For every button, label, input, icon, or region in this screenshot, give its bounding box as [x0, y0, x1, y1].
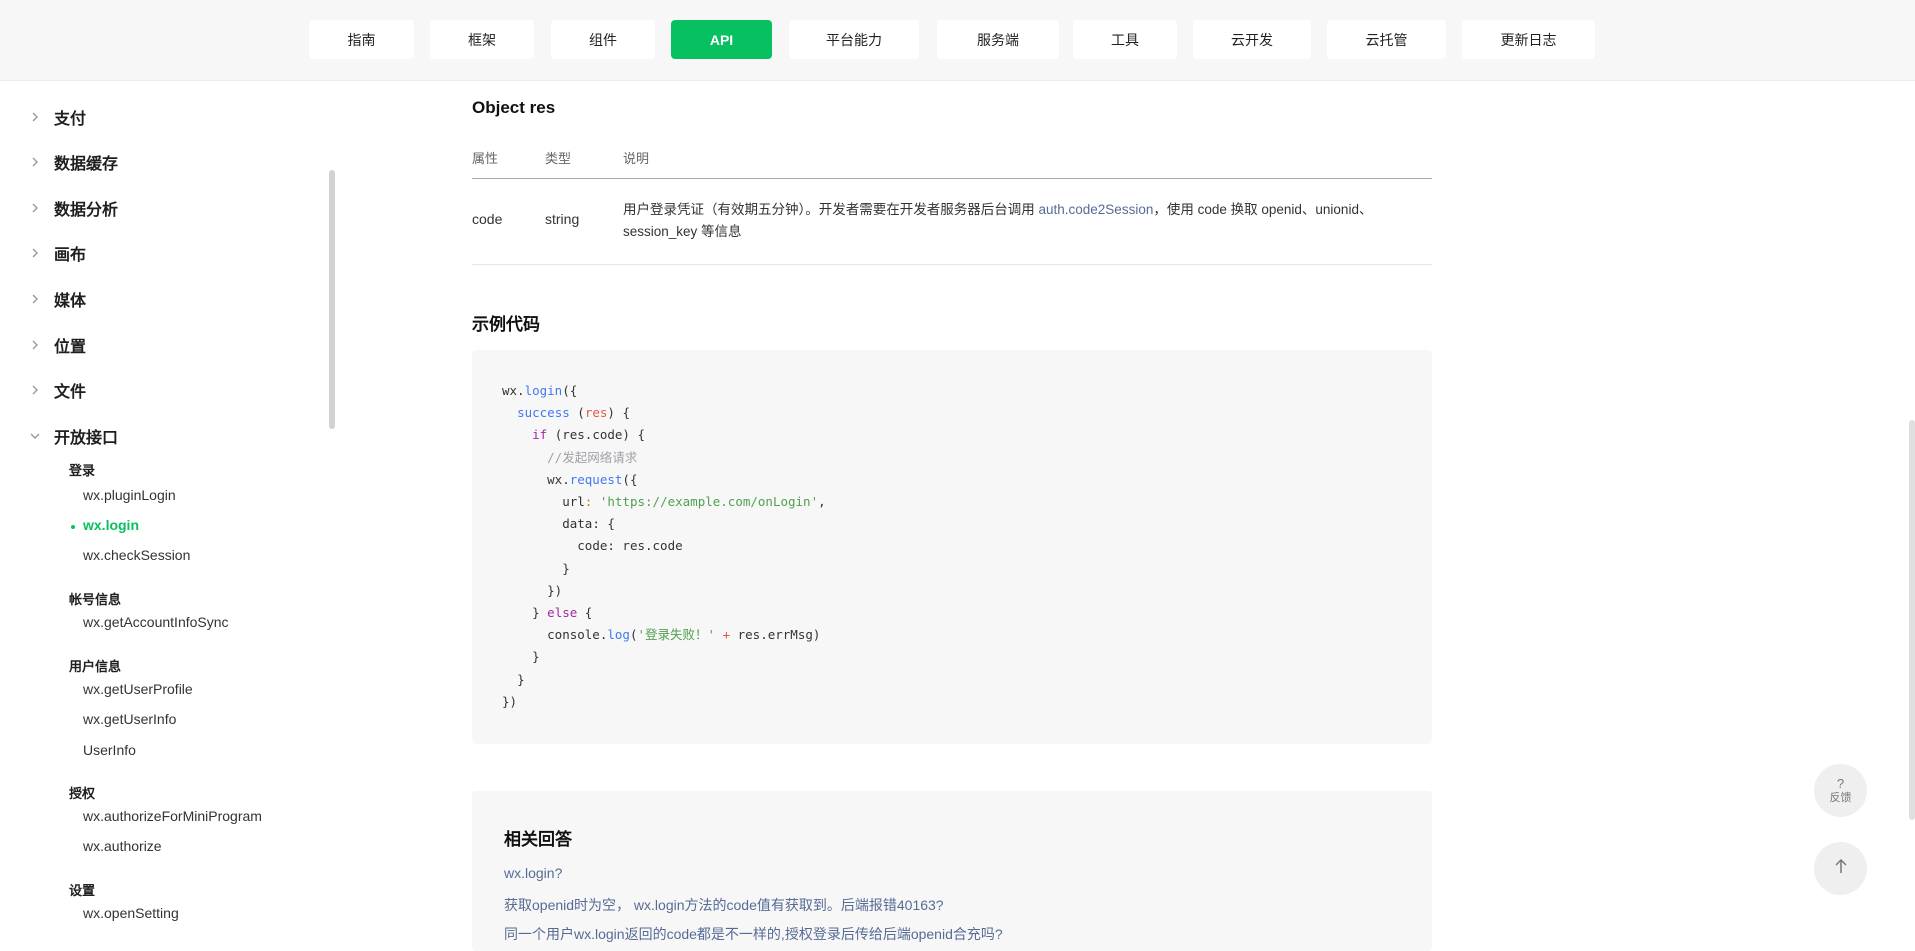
sidebar-group-auth: 授权 [69, 786, 96, 801]
sidebar-category-media[interactable]: 媒体 [30, 287, 86, 311]
object-res-heading: Object res [472, 98, 556, 117]
sidebar-scrollbar[interactable] [329, 170, 335, 429]
sidebar-category-open-api[interactable]: 开放接口 [30, 424, 118, 448]
nav-tab-platform[interactable]: 平台能力 [789, 20, 919, 59]
sidebar-item-userinfo[interactable]: UserInfo [83, 742, 136, 758]
sidebar-category-label: 文件 [54, 384, 87, 401]
table-header-desc: 说明 [623, 151, 650, 166]
sidebar-item-wx-login[interactable]: wx.login [83, 517, 139, 533]
sidebar-item-wx-getuserprofile[interactable]: wx.getUserProfile [83, 681, 193, 697]
sidebar-category-canvas[interactable]: 画布 [30, 241, 86, 265]
sidebar-category-label: 支付 [54, 111, 87, 128]
nav-tab-changelog[interactable]: 更新日志 [1462, 20, 1595, 59]
chevron-right-icon [30, 294, 40, 304]
related-answers: 相关回答 wx.login? 获取openid时为空， wx.login方法的c… [472, 791, 1432, 951]
code-block: wx.login({ success (res) { if (res.code)… [472, 350, 1432, 744]
sidebar-item-wx-pluginlogin[interactable]: wx.pluginLogin [83, 487, 176, 503]
table-header: 属性 类型 说明 [472, 148, 1432, 179]
nav-tab-cloud-dev[interactable]: 云开发 [1193, 20, 1311, 59]
answer-link[interactable]: 获取openid时为空， wx.login方法的code值有获取到。后端报错40… [504, 895, 944, 915]
nav-tab-api[interactable]: API [671, 20, 772, 59]
sidebar: 支付 数据缓存 数据分析 画布 媒体 位置 文件 开放接口 登录 wx.plug… [0, 81, 327, 932]
chevron-right-icon [30, 112, 40, 122]
sidebar-category-analytics[interactable]: 数据分析 [30, 196, 118, 220]
feedback-button[interactable]: ? 反馈 [1814, 764, 1867, 817]
nav-tab-components[interactable]: 组件 [551, 20, 655, 59]
sidebar-item-wx-authorizeforminiprogram[interactable]: wx.authorizeForMiniProgram [83, 808, 262, 824]
arrow-up-icon [1834, 858, 1848, 879]
sidebar-category-label: 数据缓存 [54, 156, 119, 173]
sidebar-item-wx-getuserinfo[interactable]: wx.getUserInfo [83, 711, 176, 727]
nav-tab-framework[interactable]: 框架 [430, 20, 534, 59]
example-code-heading: 示例代码 [472, 315, 540, 334]
sidebar-category-label: 数据分析 [54, 202, 119, 219]
back-to-top-button[interactable] [1814, 842, 1867, 895]
chevron-down-icon [30, 433, 40, 440]
sidebar-group-userinfo: 用户信息 [69, 659, 122, 674]
active-dot-icon [71, 525, 75, 529]
top-nav: 指南 框架 组件 API 平台能力 服务端 工具 云开发 云托管 更新日志 [0, 0, 1915, 81]
table-header-type: 类型 [545, 151, 572, 166]
sidebar-category-label: 媒体 [54, 293, 87, 310]
sidebar-category-file[interactable]: 文件 [30, 378, 86, 402]
sidebar-category-label: 开放接口 [54, 430, 119, 447]
desc-text: 用户登录凭证（有效期五分钟）。开发者需要在开发者服务器后台调用 [623, 202, 1039, 217]
sidebar-category-location[interactable]: 位置 [30, 333, 86, 357]
answer-link[interactable]: wx.login? [504, 865, 562, 881]
table-row: code string 用户登录凭证（有效期五分钟）。开发者需要在开发者服务器后… [472, 179, 1432, 265]
chevron-right-icon [30, 248, 40, 258]
chevron-right-icon [30, 157, 40, 167]
table-cell-type: string [545, 211, 580, 227]
table-cell-desc: 用户登录凭证（有效期五分钟）。开发者需要在开发者服务器后台调用 auth.cod… [623, 199, 1428, 243]
feedback-label: 反馈 [1829, 791, 1852, 804]
sidebar-group-account: 帐号信息 [69, 592, 122, 607]
chevron-right-icon [30, 385, 40, 395]
sidebar-category-label: 画布 [54, 247, 87, 264]
question-icon: ? [1836, 775, 1845, 791]
sidebar-item-wx-checksession[interactable]: wx.checkSession [83, 547, 190, 563]
sidebar-group-login: 登录 [69, 463, 96, 478]
answer-link[interactable]: 同一个用户wx.login返回的code都是不一样的,授权登录后传给后端open… [504, 924, 1003, 944]
sidebar-category-payment[interactable]: 支付 [30, 105, 86, 129]
sidebar-category-storage[interactable]: 数据缓存 [30, 150, 118, 174]
chevron-right-icon [30, 340, 40, 350]
related-answers-title: 相关回答 [504, 830, 572, 849]
sidebar-item-wx-opensetting[interactable]: wx.openSetting [83, 905, 179, 921]
nav-tab-cloud-hosting[interactable]: 云托管 [1327, 20, 1446, 59]
code-text: wx.login({ success (res) { if (res.code)… [502, 383, 826, 709]
sidebar-item-wx-getaccountinfosync[interactable]: wx.getAccountInfoSync [83, 614, 229, 630]
chevron-right-icon [30, 203, 40, 213]
sidebar-item-wx-authorize[interactable]: wx.authorize [83, 838, 162, 854]
sidebar-category-label: 位置 [54, 339, 87, 356]
page-scrollbar[interactable] [1909, 420, 1915, 820]
table-header-attr: 属性 [472, 151, 499, 166]
table-cell-name: code [472, 211, 503, 227]
nav-tab-tools[interactable]: 工具 [1073, 20, 1177, 59]
nav-tab-guide[interactable]: 指南 [309, 20, 414, 59]
sidebar-group-settings: 设置 [69, 883, 96, 898]
auth-code2session-link[interactable]: auth.code2Session [1039, 202, 1154, 217]
nav-tab-server[interactable]: 服务端 [937, 20, 1059, 59]
